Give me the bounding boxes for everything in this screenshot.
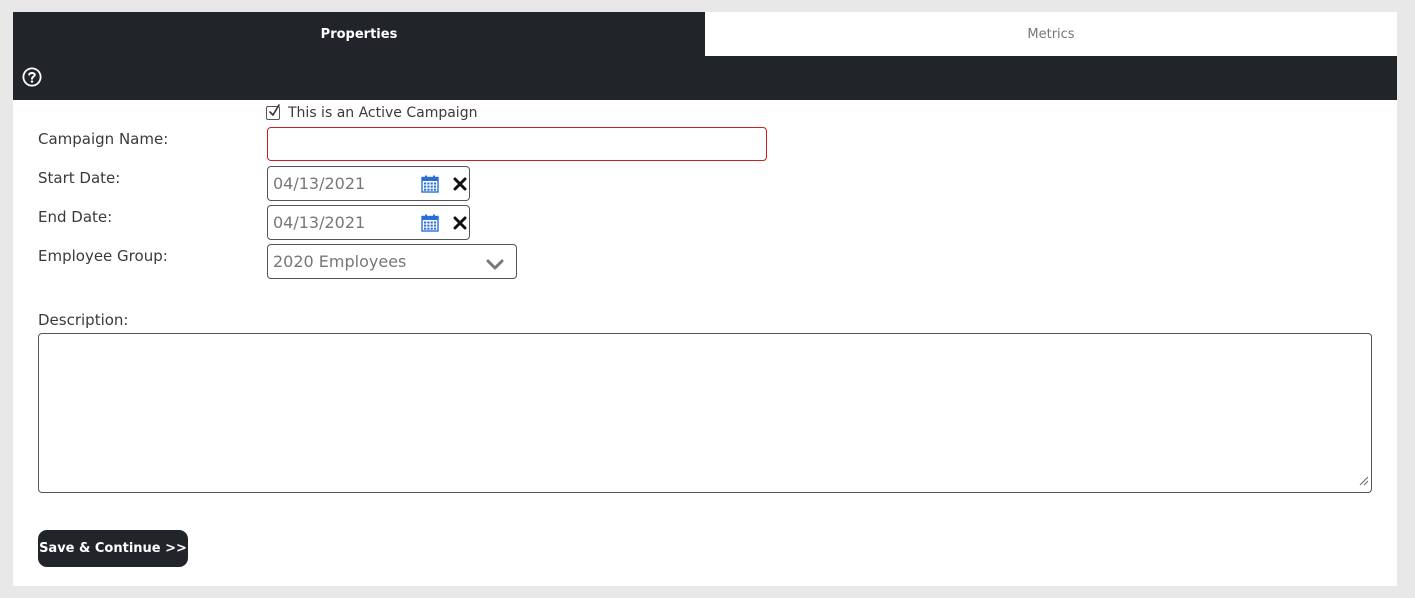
campaign-name-input[interactable] (267, 127, 767, 161)
campaign-panel: Properties Metrics This is an Active Cam… (13, 12, 1397, 586)
toolbar (13, 56, 1397, 100)
tab-bar: Properties Metrics (13, 12, 1397, 56)
resize-handle-icon[interactable] (1359, 471, 1369, 490)
clear-icon[interactable] (453, 215, 467, 234)
active-campaign-label: This is an Active Campaign (288, 105, 478, 121)
employee-group-select[interactable]: 2020 Employees (267, 244, 517, 279)
employee-group-label: Employee Group: (38, 247, 168, 265)
calendar-icon[interactable] (421, 214, 439, 236)
active-campaign-row: This is an Active Campaign (266, 104, 478, 121)
employee-group-value: 2020 Employees (273, 252, 407, 271)
tab-properties[interactable]: Properties (13, 12, 705, 56)
tab-metrics[interactable]: Metrics (705, 12, 1397, 56)
end-date-label: End Date: (38, 208, 113, 226)
end-date-field[interactable]: 04/13/2021 (267, 205, 470, 240)
start-date-label: Start Date: (38, 169, 121, 187)
active-campaign-checkbox[interactable] (266, 104, 280, 120)
question-circle-icon[interactable] (22, 67, 42, 87)
save-continue-button[interactable]: Save & Continue >> (38, 530, 188, 567)
start-date-value: 04/13/2021 (273, 174, 366, 193)
chevron-down-icon (486, 256, 504, 275)
description-textarea[interactable] (38, 333, 1372, 493)
calendar-icon[interactable] (421, 175, 439, 197)
clear-icon[interactable] (453, 176, 467, 195)
start-date-field[interactable]: 04/13/2021 (267, 166, 470, 201)
description-label: Description: (38, 311, 129, 329)
end-date-value: 04/13/2021 (273, 213, 366, 232)
campaign-name-label: Campaign Name: (38, 130, 169, 148)
